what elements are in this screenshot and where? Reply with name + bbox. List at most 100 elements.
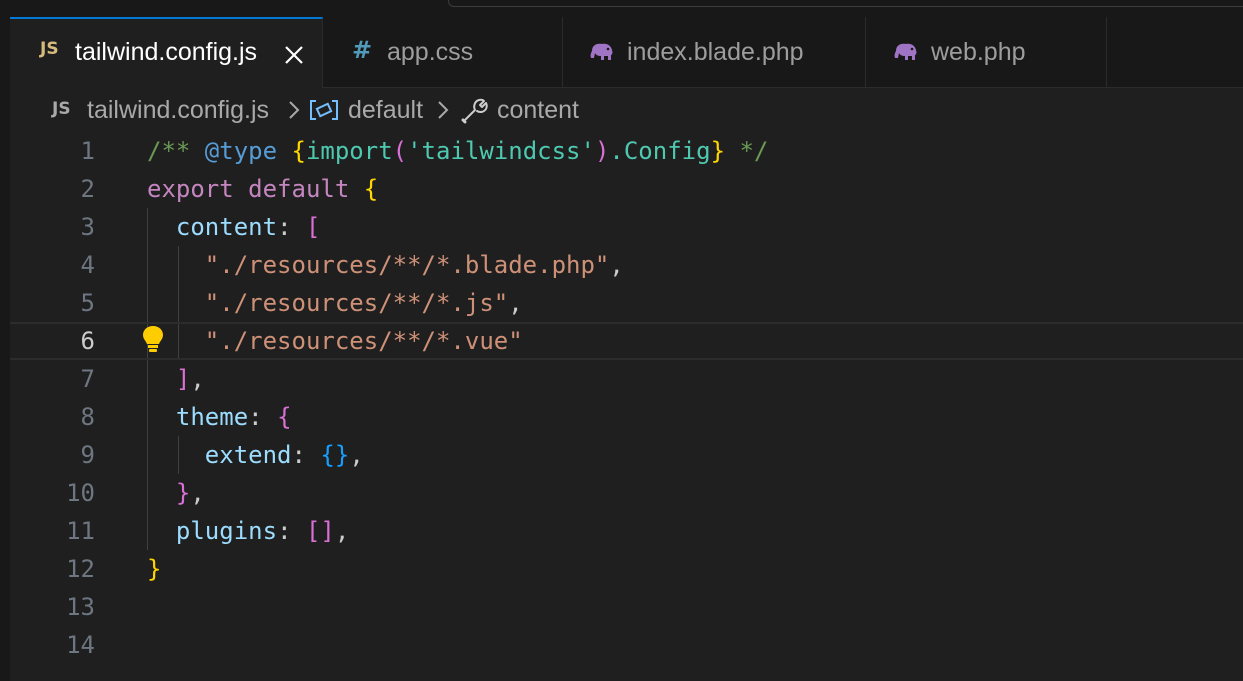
code-token: 'tailwindcss' — [407, 137, 595, 165]
variable-symbol-icon — [310, 100, 338, 120]
line-number: 3 — [80, 213, 95, 241]
tab-label: tailwind.config.js — [75, 38, 258, 66]
tab-app-css[interactable]: # app.css — [323, 17, 563, 87]
code-line[interactable]: 11 plugins: [], — [10, 512, 1243, 550]
css-hash-icon: # — [352, 36, 373, 64]
code-line[interactable]: 13 — [10, 588, 1243, 626]
line-number: 8 — [80, 403, 95, 431]
tab-tailwind-config[interactable]: JS tailwind.config.js — [10, 17, 323, 88]
code-line[interactable]: 5 "./resources/**/*.js", — [10, 284, 1243, 322]
code-token: import — [305, 137, 393, 165]
code-token: export — [147, 175, 234, 203]
tab-label: index.blade.php — [627, 38, 804, 66]
line-code: /** @type {import('tailwindcss').Config}… — [147, 132, 768, 170]
code-token: "./resources/**/*.js" — [204, 289, 509, 317]
line-code: "./resources/**/*.vue" — [147, 322, 523, 360]
code-line[interactable]: 8 theme: { — [10, 398, 1243, 436]
line-number: 10 — [66, 479, 95, 507]
code-token: , — [334, 517, 350, 545]
code-token: } — [147, 555, 162, 583]
code-token: default — [248, 175, 350, 203]
line-number: 5 — [80, 289, 95, 317]
line-code: "./resources/**/*.blade.php", — [147, 246, 624, 284]
code-line[interactable]: 14 — [10, 626, 1243, 664]
code-token: : — [291, 441, 321, 469]
code-token: theme — [175, 403, 249, 431]
code-line[interactable]: 4 "./resources/**/*.blade.php", — [10, 246, 1243, 284]
code-line[interactable]: 2 export default { — [10, 170, 1243, 208]
breadcrumb-symbol-default[interactable]: default — [348, 96, 423, 125]
line-code: export default { — [147, 170, 378, 208]
code-token: ) — [594, 137, 610, 165]
code-token: : — [277, 213, 306, 241]
breadcrumb-file[interactable]: tailwind.config.js — [87, 96, 269, 125]
code-line[interactable]: 10 }, — [10, 474, 1243, 512]
line-number: 9 — [80, 441, 95, 469]
javascript-icon: JS — [40, 39, 59, 59]
code-token: ] — [175, 365, 191, 393]
line-code: "./resources/**/*.js", — [147, 284, 523, 322]
code-line[interactable]: 7 ], — [10, 360, 1243, 398]
close-icon[interactable] — [283, 44, 305, 66]
breadcrumb: JS tailwind.config.js default content — [10, 88, 1243, 132]
line-number: 2 — [80, 175, 95, 203]
line-code: extend: {}, — [147, 436, 364, 474]
line-number: 12 — [66, 555, 95, 583]
code-line[interactable]: 1 /** @type {import('tailwindcss').Config… — [10, 132, 1243, 170]
line-number: 11 — [66, 517, 95, 545]
vscode-window: JS tailwind.config.js # app.css index.bl… — [0, 0, 1243, 681]
code-token: plugins — [175, 517, 278, 545]
php-elephant-icon — [590, 43, 613, 60]
tab-index-blade-php[interactable]: index.blade.php — [563, 17, 866, 87]
line-number: 1 — [80, 137, 95, 165]
code-token: "./resources/**/*.vue" — [204, 327, 523, 355]
code-token: "./resources/**/*.blade.php" — [204, 251, 610, 279]
code-token: , — [349, 441, 364, 469]
line-code: content: [ — [147, 208, 321, 246]
code-token: @type — [204, 137, 278, 165]
php-elephant-icon — [894, 43, 917, 60]
line-number: 7 — [80, 365, 95, 393]
tab-label: app.css — [387, 38, 474, 66]
code-token: : — [248, 403, 278, 431]
lightbulb-icon[interactable] — [141, 325, 165, 353]
line-number: 14 — [66, 631, 95, 659]
chevron-right-icon — [438, 101, 449, 119]
code-token: ( — [392, 137, 408, 165]
wrench-property-icon — [461, 98, 488, 124]
code-line[interactable]: 3 content: [ — [10, 208, 1243, 246]
code-line[interactable]: 6 "./resources/**/*.vue" — [10, 322, 1243, 360]
line-code: }, — [147, 474, 205, 512]
code-line[interactable]: 9 extend: {}, — [10, 436, 1243, 474]
title-bar-strip — [0, 0, 1243, 17]
code-token: [] — [305, 517, 335, 545]
breadcrumb-symbol-content[interactable]: content — [497, 96, 579, 125]
code-editor[interactable]: 1 /** @type {import('tailwindcss').Config… — [10, 132, 1243, 681]
code-token: { — [291, 137, 306, 165]
code-token: /** — [147, 137, 205, 165]
line-number: 4 — [80, 251, 95, 279]
chevron-right-icon — [289, 101, 300, 119]
editor-tab-bar: JS tailwind.config.js # app.css index.bl… — [10, 17, 1243, 88]
tab-web-php[interactable]: web.php — [866, 17, 1107, 87]
code-token: { — [363, 175, 379, 203]
line-number: 6 — [80, 327, 95, 355]
command-center-edge[interactable] — [448, 0, 1243, 7]
line-code: plugins: [], — [147, 512, 349, 550]
code-token: } — [175, 479, 191, 507]
activity-bar-edge — [0, 17, 10, 681]
code-token: : — [277, 517, 306, 545]
code-token: , — [508, 289, 523, 317]
code-line[interactable]: 12} — [10, 550, 1243, 588]
code-token: {} — [320, 441, 350, 469]
